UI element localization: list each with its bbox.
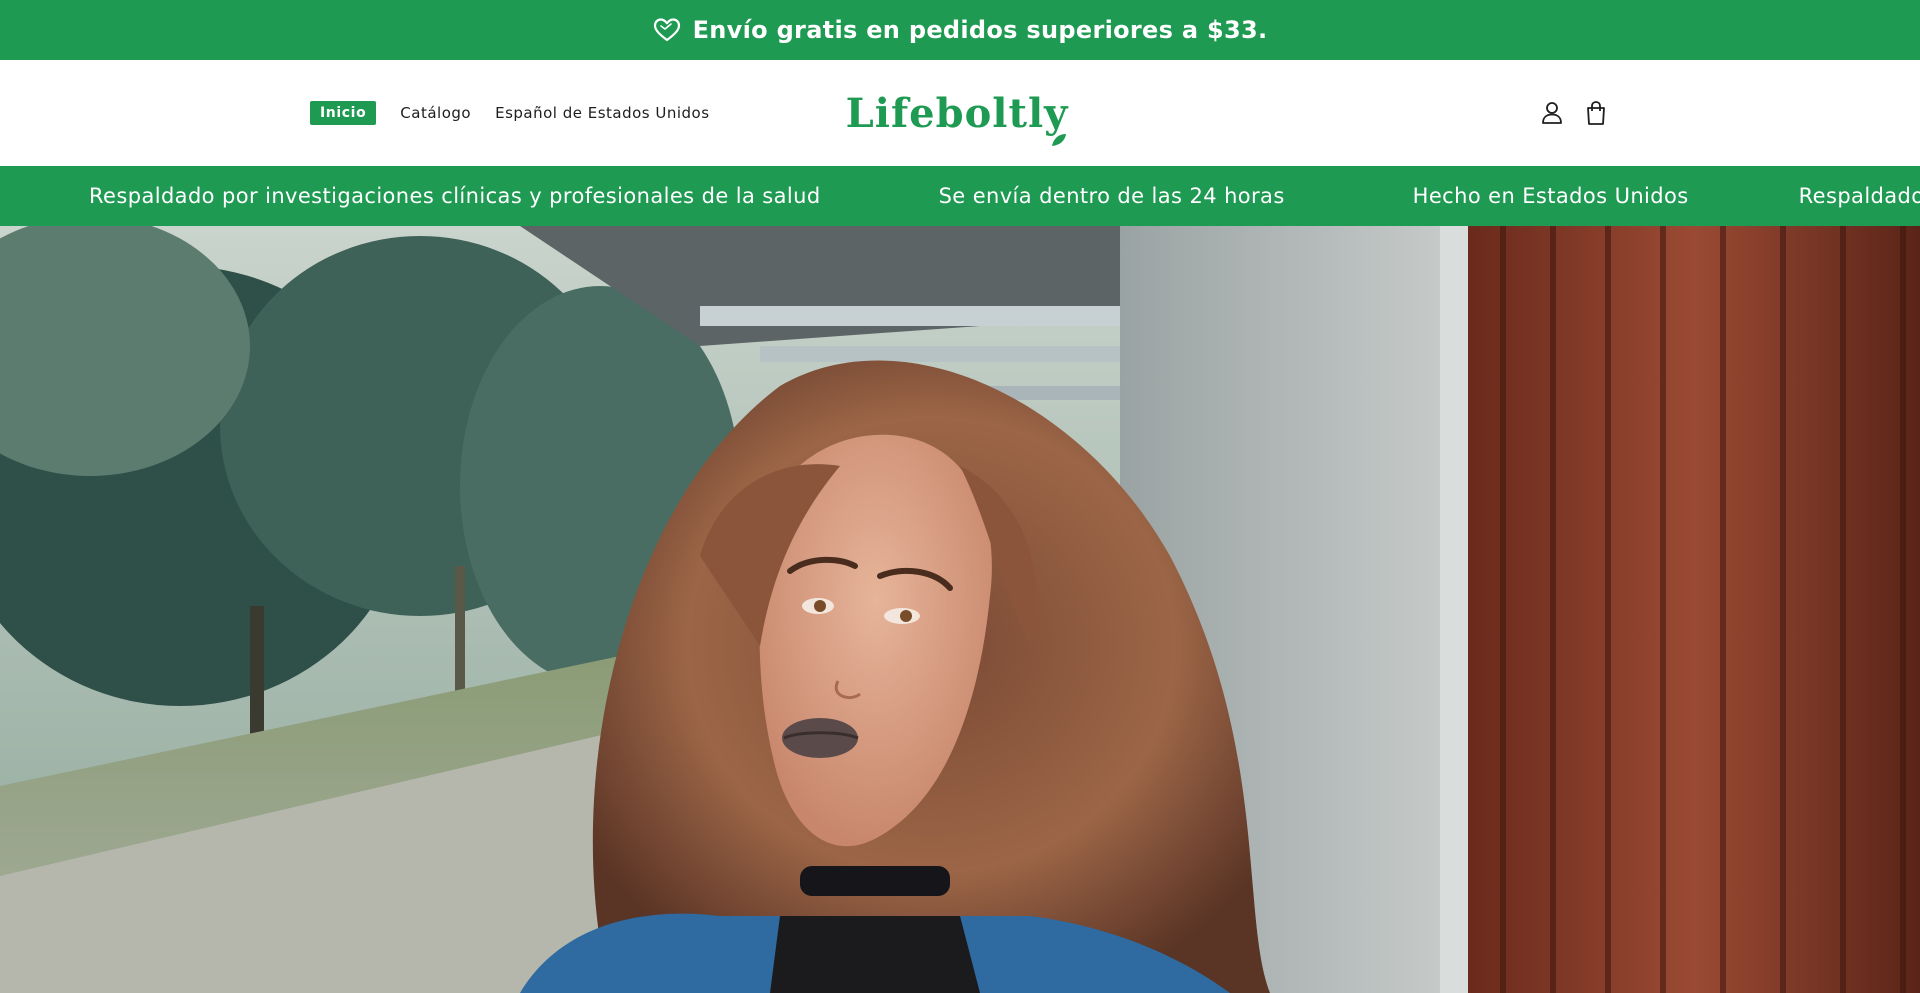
announcement-bar: Envío gratis en pedidos superiores a $33…: [0, 0, 1920, 60]
marquee-item: Hecho en Estados Unidos: [1412, 184, 1689, 208]
logo-wordmark: Lifeboltly: [845, 89, 1069, 137]
nav-link-catalogo[interactable]: Catálogo: [400, 104, 471, 122]
benefits-marquee: Respaldado por investigaciones clínicas …: [0, 166, 1920, 226]
hero-banner: [0, 226, 1920, 993]
nav-link-inicio[interactable]: Inicio: [310, 101, 377, 125]
header-icons: [1540, 60, 1608, 166]
marquee-item: Se envía dentro de las 24 horas: [938, 184, 1285, 208]
site-logo[interactable]: Lifeboltly: [846, 84, 1067, 146]
leaf-icon: [1052, 134, 1066, 146]
hero-photo: [0, 226, 1920, 993]
marquee-track: Respaldado por investigaciones clínicas …: [89, 166, 1920, 226]
cart-icon[interactable]: [1584, 100, 1608, 126]
language-selector[interactable]: Español de Estados Unidos: [495, 104, 709, 122]
announcement-text: Envío gratis en pedidos superiores a $33…: [692, 16, 1268, 44]
heart-outline-icon: [653, 16, 681, 44]
main-nav: Inicio Catálogo Español de Estados Unido…: [310, 60, 710, 166]
marquee-item: Respaldado por investigaciones clínicas …: [89, 184, 821, 208]
site-header: Inicio Catálogo Español de Estados Unido…: [0, 60, 1920, 166]
marquee-item: Respaldado: [1798, 184, 1920, 208]
account-icon[interactable]: [1540, 100, 1564, 126]
